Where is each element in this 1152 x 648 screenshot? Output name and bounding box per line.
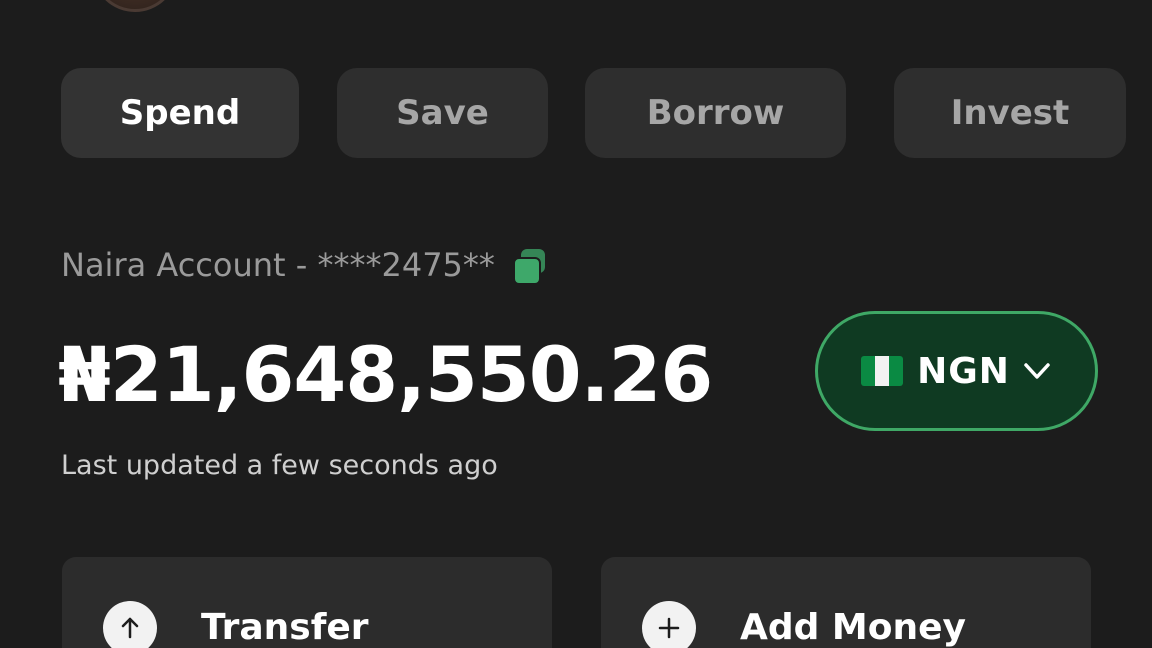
currency-selector[interactable]: NGN <box>815 311 1098 431</box>
arrow-up-icon <box>103 601 157 648</box>
copy-icon[interactable] <box>511 247 547 285</box>
add-money-button[interactable]: Add Money <box>601 557 1091 648</box>
plus-icon <box>642 601 696 648</box>
add-money-label: Add Money <box>740 607 967 648</box>
avatar[interactable] <box>92 0 178 12</box>
account-row: Naira Account - ****2475** <box>61 240 547 290</box>
transfer-button[interactable]: Transfer <box>62 557 552 648</box>
account-label: Naira Account - ****2475** <box>61 246 495 284</box>
last-updated-text: Last updated a few seconds ago <box>61 450 498 481</box>
nigeria-flag-icon <box>861 356 904 386</box>
tab-save-label: Save <box>396 93 489 133</box>
home-screen: Spend Save Borrow Invest Naira Account -… <box>0 0 1152 648</box>
tab-invest[interactable]: Invest <box>894 68 1126 158</box>
tab-spend[interactable]: Spend <box>61 68 299 158</box>
currency-code: NGN <box>917 350 1010 392</box>
tab-spend-label: Spend <box>119 93 241 133</box>
tab-invest-label: Invest <box>950 93 1070 133</box>
tab-borrow-label: Borrow <box>646 93 785 133</box>
chevron-down-icon <box>1024 363 1050 379</box>
transfer-label: Transfer <box>201 607 369 648</box>
account-balance: ₦21,648,550.26 <box>58 330 713 419</box>
tab-borrow[interactable]: Borrow <box>585 68 846 158</box>
tab-save[interactable]: Save <box>337 68 548 158</box>
